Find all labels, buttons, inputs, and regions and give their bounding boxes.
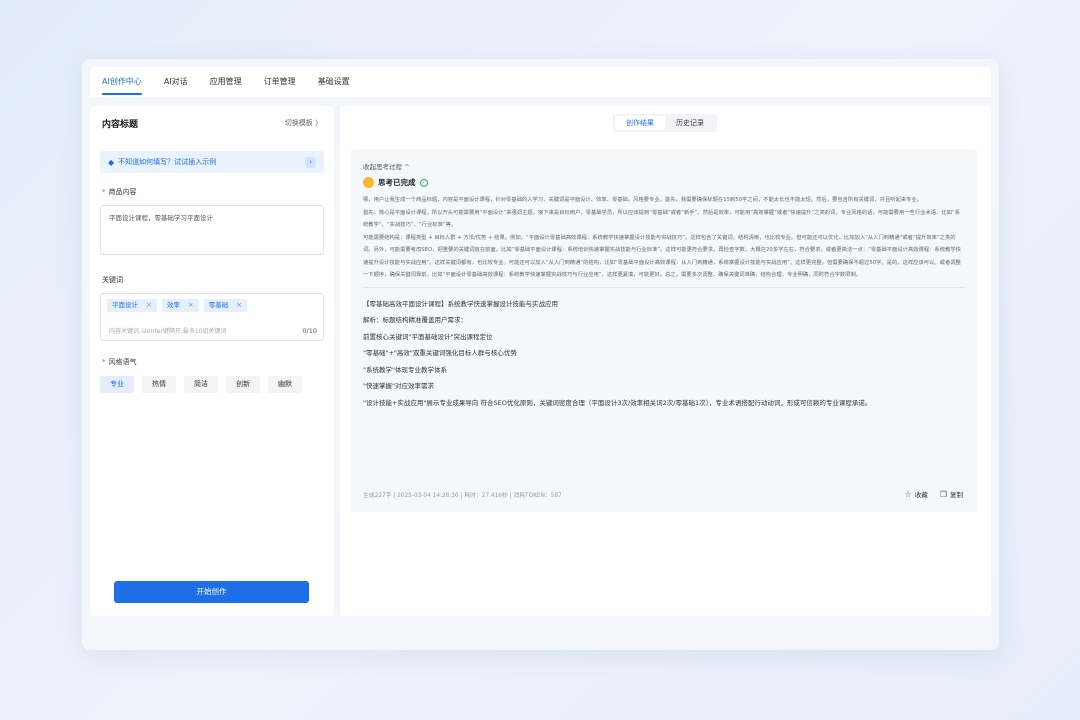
star-icon: ☆ <box>904 489 912 499</box>
keywords-placeholder: 内容关键词,以enter键隔开,最多10组关键词 <box>109 328 227 335</box>
answer-line: "系统教学"体现专业教学体系 <box>363 365 447 374</box>
result-card: 收起思考过程 ^ 思考已完成 ✓ 嗯，用户让我生成一个商品标题，内容是平面设计课… <box>351 149 977 512</box>
tab-basic-settings[interactable]: 基础设置 <box>318 67 350 97</box>
app-window: AI创作中心 AI对话 应用管理 订单管理 基础设置 内容标题 切换模板 〉 ◆… <box>82 59 999 650</box>
close-icon[interactable]: × <box>188 299 194 312</box>
generation-meta: 生成227字 | 2025-03-04 14:28:30 | 耗时：27.416… <box>363 493 562 499</box>
close-icon[interactable]: × <box>146 299 152 312</box>
check-icon: ✓ <box>419 178 428 187</box>
style-label: * 风格语气 <box>102 358 137 366</box>
thinking-paragraph: 可能需要结构是：课程类型 + 目标人群 + 方法/优势 + 结果。例如，“平面设… <box>363 234 961 279</box>
tab-ai-chat[interactable]: AI对话 <box>164 67 188 97</box>
style-option-professional[interactable]: 专业 <box>100 376 134 393</box>
tab-ai-create[interactable]: AI创作中心 <box>102 67 142 97</box>
tab-result[interactable]: 创作结果 <box>615 116 665 130</box>
product-content-label: * 商品内容 <box>102 188 137 196</box>
example-hint-bar[interactable]: ◆ 不知道如何填写？试试插入示例 › <box>100 151 324 173</box>
keyword-tag: 效率 × <box>161 299 199 312</box>
style-options: 专业 热情 简洁 创新 幽默 <box>90 376 334 393</box>
copy-icon: ❐ <box>939 489 947 499</box>
hint-text: 不知道如何填写？试试插入示例 <box>118 158 217 166</box>
diamond-icon: ◆ <box>108 157 115 167</box>
switch-template-link[interactable]: 切换模板 〉 <box>285 118 322 128</box>
close-icon[interactable]: × <box>236 299 242 312</box>
answer-line: "零基础"+"高效"双重关键词强化目标人群与核心优势 <box>363 349 517 357</box>
result-tabs: 创作结果 历史记录 <box>613 114 717 132</box>
divider <box>363 286 965 288</box>
keywords-label: 关键词 <box>102 276 123 284</box>
tab-order-management[interactable]: 订单管理 <box>264 67 296 97</box>
result-panel: 创作结果 历史记录 收起思考过程 ^ 思考已完成 ✓ 嗯，用户让我生成一个商品标… <box>340 106 991 616</box>
answer-line: "设计技能+实战应用"展示专业成果导向 符合SEO优化原则，关键词密度合理（平面… <box>363 398 872 407</box>
keywords-count: 0/10 <box>302 327 317 335</box>
copy-button[interactable]: ❐ 复制 <box>939 489 963 500</box>
style-option-humorous[interactable]: 幽默 <box>268 376 302 393</box>
thinking-status: 思考已完成 ✓ <box>363 177 965 188</box>
style-option-enthusiastic[interactable]: 热情 <box>142 376 176 393</box>
style-option-innovative[interactable]: 创新 <box>226 376 260 393</box>
thinking-face-icon <box>363 177 374 188</box>
answer-line: 前置核心关键词"平面基础设计"突出课程定位 <box>363 332 493 341</box>
panel-title: 内容标题 <box>102 119 139 130</box>
form-panel: 内容标题 切换模板 〉 ◆ 不知道如何填写？试试插入示例 › * 商品内容 平面设… <box>90 106 334 616</box>
start-create-button[interactable]: 开始创作 <box>114 581 309 603</box>
keyword-tag: 零基础 × <box>203 299 248 312</box>
answer-title: 【零基础高效平面设计课程】系统教学快速掌握设计技能与实战应用 <box>363 299 558 308</box>
top-nav: AI创作中心 AI对话 应用管理 订单管理 基础设置 <box>90 67 991 97</box>
product-content-field[interactable]: 平面设计课程，零基础学习平面设计 <box>100 205 324 255</box>
style-option-concise[interactable]: 简洁 <box>184 376 218 393</box>
answer-line: "快速掌握"对应效率需求 <box>363 382 434 390</box>
tab-history[interactable]: 历史记录 <box>665 116 715 130</box>
keyword-tag: 平面设计 × <box>107 299 157 312</box>
answer-line: 解析：标题结构精准覆盖用户需求： <box>363 316 467 324</box>
chevron-right-icon[interactable]: › <box>305 156 316 168</box>
answer-text: 【零基础高效平面设计课程】系统教学快速掌握设计技能与实战应用 解析：标题结构精准… <box>363 296 965 411</box>
collapse-thinking-toggle[interactable]: 收起思考过程 ^ <box>363 161 965 171</box>
tab-app-management[interactable]: 应用管理 <box>210 67 242 97</box>
thinking-text: 嗯，用户让我生成一个商品标题，内容是平面设计课程，针对零基础的人学习，关键词是平… <box>363 194 965 282</box>
thinking-paragraph: 嗯，用户让我生成一个商品标题，内容是平面设计课程，针对零基础的人学习，关键词是平… <box>363 197 923 203</box>
keywords-input[interactable]: 平面设计 × 效率 × 零基础 × 内容关键词,以enter键隔开,最多10组关键词 … <box>100 293 324 341</box>
favorite-button[interactable]: ☆ 收藏 <box>904 489 928 500</box>
result-actions: ☆ 收藏 ❐ 复制 <box>904 489 963 500</box>
thinking-paragraph: 首先，核心是平面设计课程，所以开头可能需要用“平面设计”来强调主题。接下来是目标… <box>363 209 960 229</box>
